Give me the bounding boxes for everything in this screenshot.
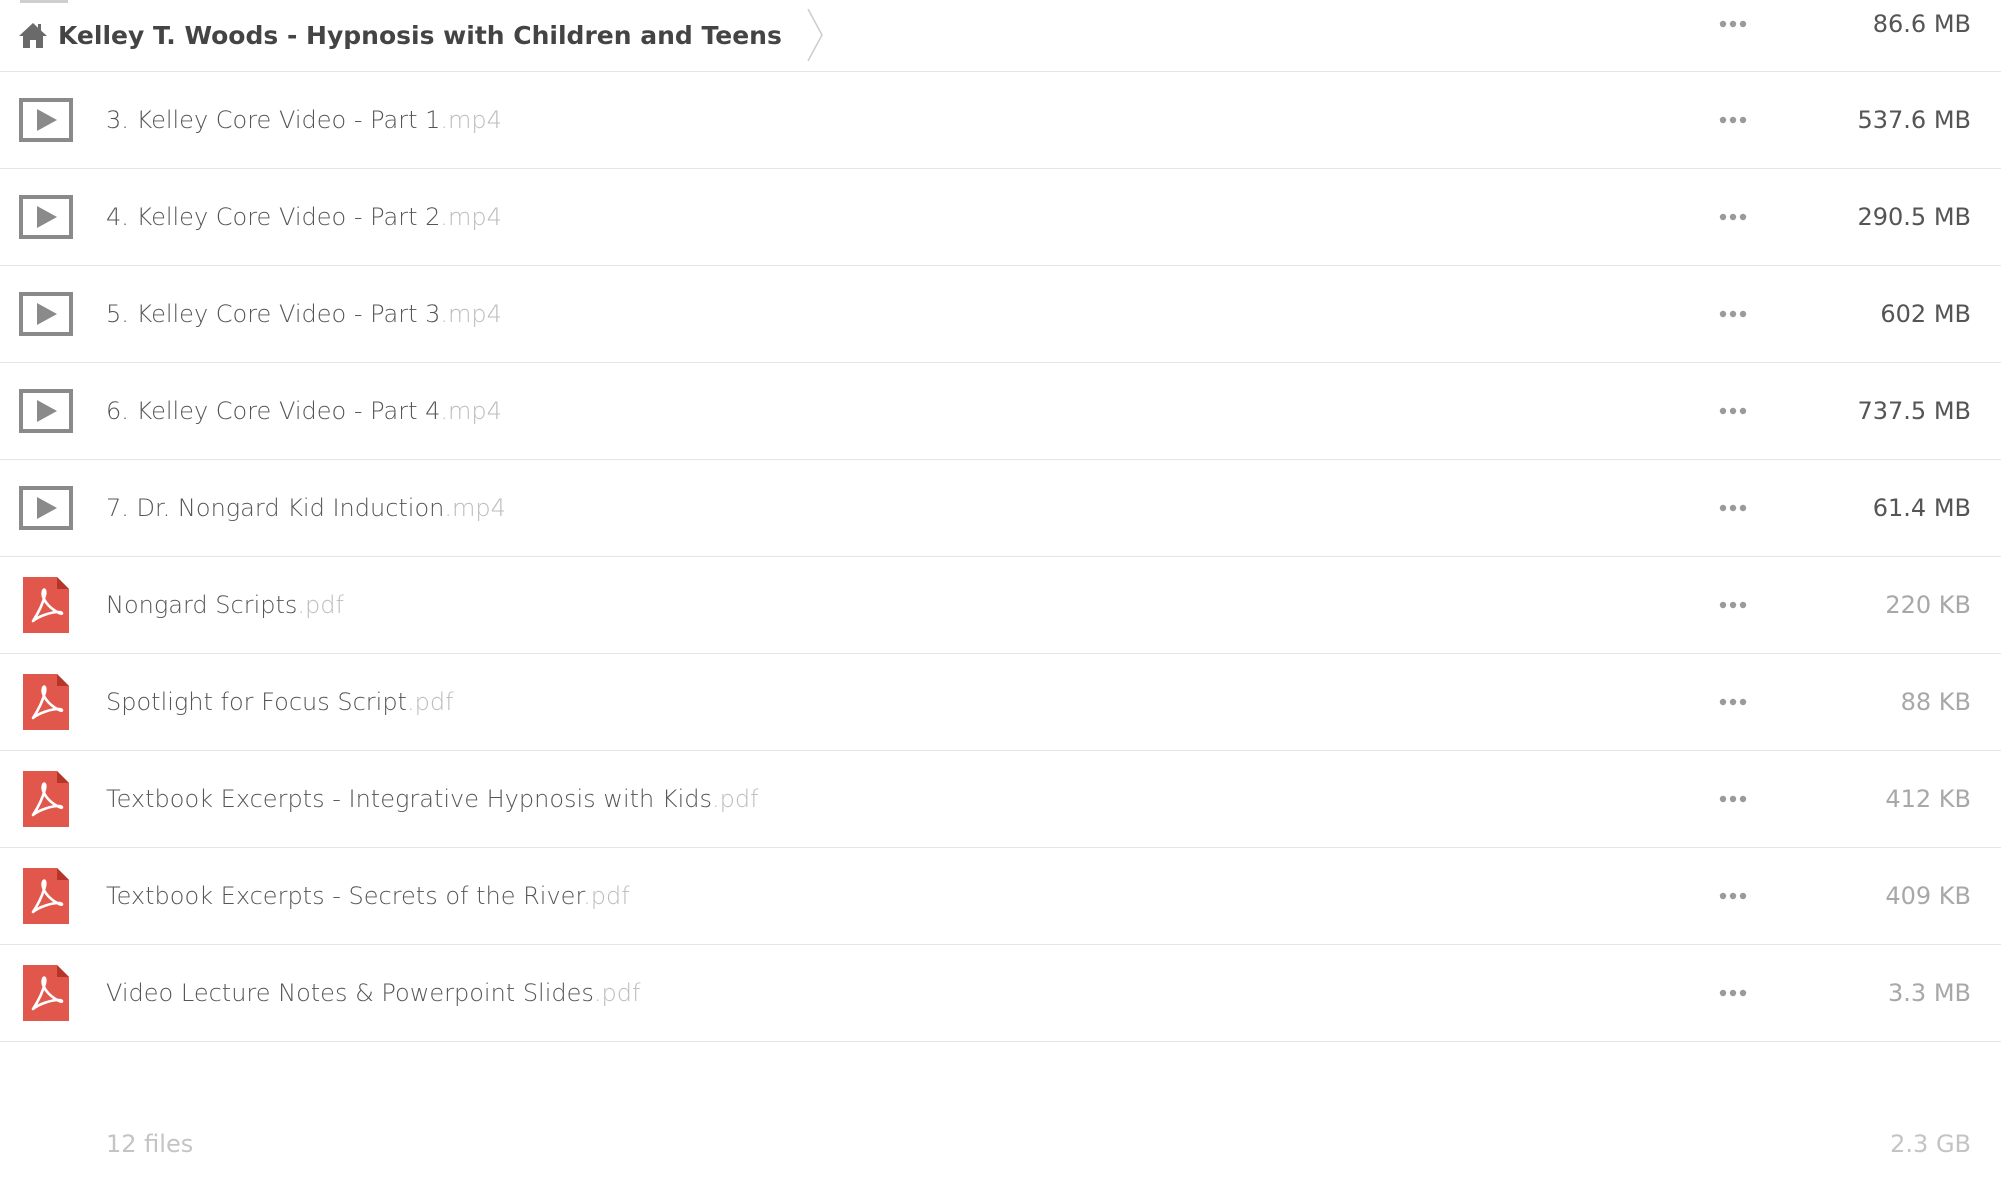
- total-size: 2.3 GB: [1890, 1130, 1971, 1158]
- video-play-icon: [18, 480, 74, 536]
- file-extension: .mp4: [444, 494, 506, 522]
- file-basename: 3. Kelley Core Video - Part 1: [106, 106, 441, 134]
- file-row[interactable]: 4. Kelley Core Video - Part 2.mp4 290.5 M…: [0, 169, 2001, 266]
- file-basename: 6. Kelley Core Video - Part 4: [106, 397, 441, 425]
- file-row[interactable]: Video Lecture Notes & Powerpoint Slides.…: [0, 945, 2001, 1042]
- pdf-file-icon: [18, 771, 74, 827]
- file-name[interactable]: 4. Kelley Core Video - Part 2.mp4: [106, 203, 502, 231]
- file-size: 88 KB: [1900, 688, 1971, 716]
- file-name[interactable]: 5. Kelley Core Video - Part 3.mp4: [106, 300, 502, 328]
- file-extension: .mp4: [440, 300, 502, 328]
- chevron-right-icon: [807, 8, 823, 62]
- file-list: 2. Orientation Video with Kelley T. Wood…: [0, 1, 2001, 1042]
- file-size: 412 KB: [1885, 785, 1971, 813]
- file-size: 61.4 MB: [1872, 494, 1971, 522]
- file-extension: .pdf: [406, 688, 454, 716]
- file-name[interactable]: Video Lecture Notes & Powerpoint Slides.…: [106, 979, 640, 1007]
- file-row[interactable]: 6. Kelley Core Video - Part 4.mp4 737.5 M…: [0, 363, 2001, 460]
- file-extension: .pdf: [297, 591, 344, 619]
- pdf-file-icon: [18, 868, 74, 924]
- file-basename: 7. Dr. Nongard Kid Induction: [106, 494, 445, 522]
- file-extension: .pdf: [583, 882, 630, 910]
- more-options-icon[interactable]: [1716, 302, 1750, 326]
- file-basename: Textbook Excerpts - Secrets of the River: [106, 882, 584, 910]
- file-row[interactable]: 5. Kelley Core Video - Part 3.mp4 602 MB: [0, 266, 2001, 363]
- video-play-icon: [18, 92, 74, 148]
- file-extension: .mp4: [440, 106, 502, 134]
- more-options-icon[interactable]: [1716, 496, 1750, 520]
- home-icon[interactable]: [18, 20, 48, 50]
- more-options-icon[interactable]: [1716, 884, 1750, 908]
- file-size: 290.5 MB: [1857, 203, 1971, 231]
- more-options-icon[interactable]: [1716, 593, 1750, 617]
- more-options-icon[interactable]: [1716, 690, 1750, 714]
- file-size: 3.3 MB: [1888, 979, 1971, 1007]
- video-play-icon: [18, 383, 74, 439]
- file-basename: Spotlight for Focus Script: [106, 688, 407, 716]
- file-name[interactable]: Spotlight for Focus Script.pdf: [106, 688, 454, 716]
- file-row[interactable]: Nongard Scripts.pdf 220 KB: [0, 557, 2001, 654]
- video-play-icon: [18, 189, 74, 245]
- file-basename: 4. Kelley Core Video - Part 2: [106, 203, 441, 231]
- file-size: 537.6 MB: [1857, 106, 1971, 134]
- scrolled-row-edge: [20, 0, 68, 3]
- file-name[interactable]: 6. Kelley Core Video - Part 4.mp4: [106, 397, 502, 425]
- file-size: 737.5 MB: [1857, 397, 1971, 425]
- file-row[interactable]: Textbook Excerpts - Integrative Hypnosis…: [0, 751, 2001, 848]
- file-basename: Nongard Scripts: [106, 591, 298, 619]
- breadcrumb: Kelley T. Woods - Hypnosis with Children…: [0, 0, 836, 70]
- file-basename: 5. Kelley Core Video - Part 3: [106, 300, 441, 328]
- breadcrumb-folder-title[interactable]: Kelley T. Woods - Hypnosis with Children…: [58, 21, 782, 50]
- folder-summary: 12 files 2.3 GB: [0, 1130, 2001, 1181]
- file-row[interactable]: Spotlight for Focus Script.pdf 88 KB: [0, 654, 2001, 751]
- file-basename: Video Lecture Notes & Powerpoint Slides: [106, 979, 594, 1007]
- more-options-icon[interactable]: [1716, 399, 1750, 423]
- file-basename: Textbook Excerpts - Integrative Hypnosis…: [106, 785, 712, 813]
- pdf-file-icon: [18, 577, 74, 633]
- file-extension: .mp4: [440, 203, 502, 231]
- file-row[interactable]: 3. Kelley Core Video - Part 1.mp4 537.6 M…: [0, 72, 2001, 169]
- more-options-icon[interactable]: [1716, 12, 1750, 36]
- file-extension: .pdf: [593, 979, 641, 1007]
- file-name[interactable]: Textbook Excerpts - Integrative Hypnosis…: [106, 785, 759, 813]
- file-browser-page: Kelley T. Woods - Hypnosis with Children…: [0, 0, 2001, 1181]
- file-size: 86.6 MB: [1872, 9, 1971, 38]
- file-extension: .mp4: [440, 397, 502, 425]
- file-name[interactable]: 3. Kelley Core Video - Part 1.mp4: [106, 106, 502, 134]
- file-row[interactable]: Textbook Excerpts - Secrets of the River…: [0, 848, 2001, 945]
- more-options-icon[interactable]: [1716, 787, 1750, 811]
- file-count: 12 files: [106, 1130, 194, 1158]
- video-play-icon: [18, 286, 74, 342]
- file-extension: .pdf: [712, 785, 759, 813]
- file-row[interactable]: 7. Dr. Nongard Kid Induction.mp4 61.4 MB: [0, 460, 2001, 557]
- pdf-file-icon: [18, 965, 74, 1021]
- more-options-icon[interactable]: [1716, 981, 1750, 1005]
- file-size: 409 KB: [1885, 882, 1971, 910]
- file-name[interactable]: Nongard Scripts.pdf: [106, 591, 344, 619]
- file-size: 220 KB: [1885, 591, 1971, 619]
- file-name[interactable]: 7. Dr. Nongard Kid Induction.mp4: [106, 494, 506, 522]
- file-size: 602 MB: [1880, 300, 1971, 328]
- pdf-file-icon: [18, 674, 74, 730]
- more-options-icon[interactable]: [1716, 205, 1750, 229]
- more-options-icon[interactable]: [1716, 108, 1750, 132]
- file-name[interactable]: Textbook Excerpts - Secrets of the River…: [106, 882, 630, 910]
